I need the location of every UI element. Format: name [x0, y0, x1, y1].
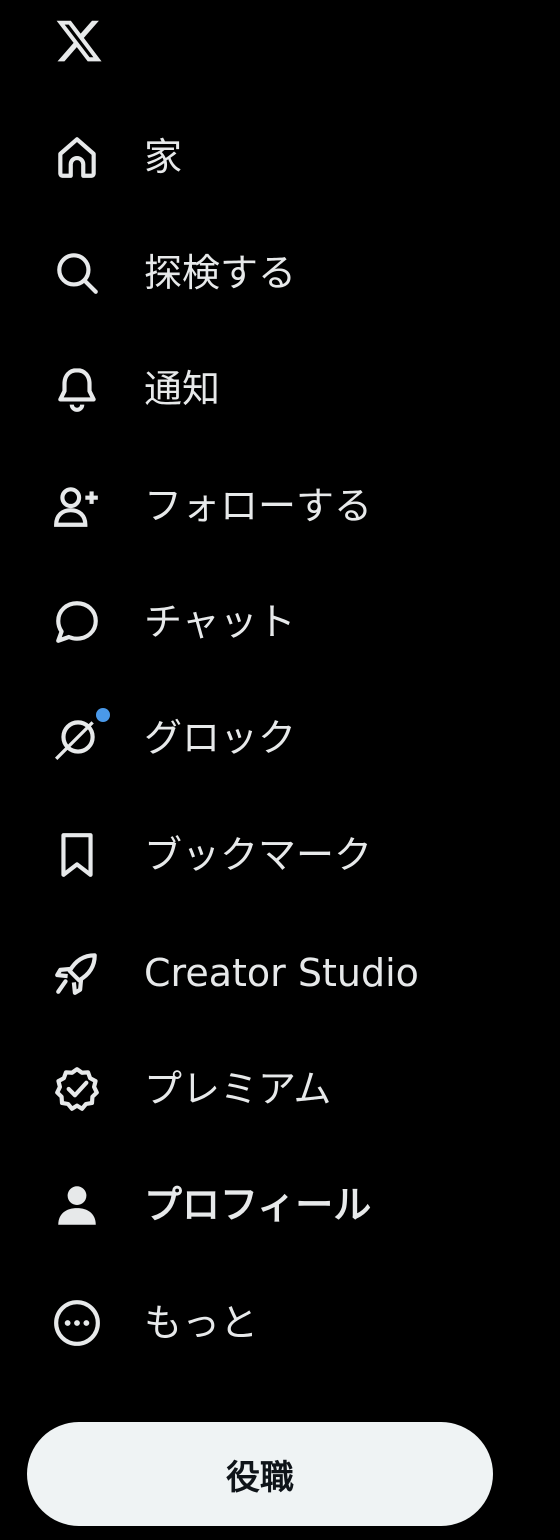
notification-dot [96, 708, 110, 722]
x-logo[interactable] [52, 14, 106, 68]
bookmark-icon [40, 817, 116, 893]
nav-item-notifications[interactable]: 通知 [40, 349, 240, 429]
nav-label-chat: チャット [144, 600, 296, 644]
search-icon [40, 235, 116, 311]
nav-item-more[interactable]: もっと [40, 1283, 278, 1363]
nav-label-home: 家 [144, 135, 183, 179]
bell-icon [40, 351, 116, 427]
nav-label-creator-studio: Creator Studio [144, 951, 419, 995]
nav-item-grok[interactable]: グロック [40, 698, 316, 778]
nav-label-bookmarks: ブックマーク [144, 833, 373, 877]
home-icon [40, 119, 116, 195]
nav-label-premium: プレミアム [144, 1067, 332, 1111]
more-circle-icon [40, 1285, 116, 1361]
person-icon [40, 1167, 116, 1243]
nav-label-notifications: 通知 [144, 367, 221, 411]
nav-label-explore: 探検する [144, 251, 297, 295]
x-logo-icon [56, 20, 102, 62]
chat-bubble-icon [40, 584, 116, 660]
nav-item-chat[interactable]: チャット [40, 582, 316, 662]
rocket-icon [40, 935, 116, 1011]
nav-item-follow[interactable]: フォローする [40, 466, 392, 546]
nav-label-grok: グロック [144, 716, 297, 760]
verified-badge-icon [40, 1051, 116, 1127]
person-add-icon [40, 468, 116, 544]
nav-label-profile: プロフィール [144, 1183, 372, 1227]
post-button[interactable]: 役職 [27, 1422, 493, 1526]
nav-item-premium[interactable]: プレミアム [40, 1049, 351, 1129]
nav-label-more: もっと [144, 1301, 259, 1345]
nav-item-home[interactable]: 家 [40, 117, 202, 197]
nav-label-follow: フォローする [144, 484, 373, 528]
nav-item-explore[interactable]: 探検する [40, 233, 316, 313]
nav-item-profile[interactable]: プロフィール [40, 1165, 391, 1245]
grok-icon [40, 700, 116, 776]
nav-item-creator-studio[interactable]: Creator Studio [40, 933, 439, 1013]
nav-item-bookmarks[interactable]: ブックマーク [40, 815, 392, 895]
